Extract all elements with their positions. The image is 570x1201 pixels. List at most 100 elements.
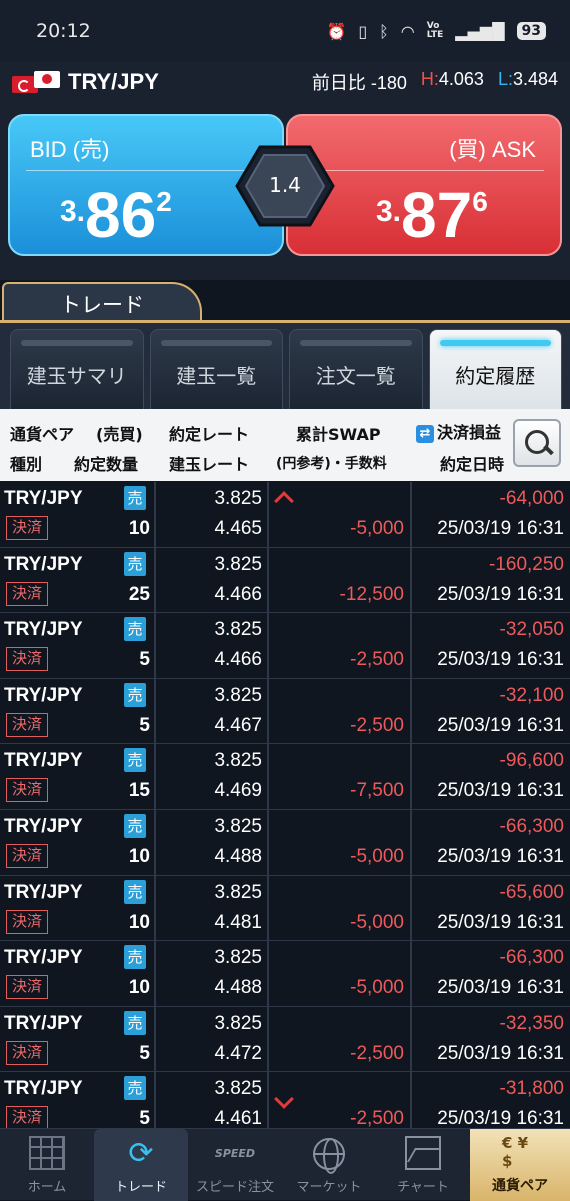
col-divider <box>410 941 412 1006</box>
row-kind-badge: 決済 <box>6 975 48 1000</box>
col-divider <box>410 678 412 744</box>
status-bar: 20:12 ⏰ ▯ ᛒ ◠ Vo LTE ▂▄▆█ 93 <box>0 0 570 62</box>
col-qty: 約定数量 <box>74 455 139 474</box>
col-side: (売買) <box>96 425 143 444</box>
tab-execution-history[interactable]: 約定履歴 <box>428 329 562 409</box>
nav-market[interactable]: マーケット <box>282 1129 376 1201</box>
row-open-rate: 4.466 <box>214 583 262 605</box>
row-date: 25/03/19 16:31 <box>437 1108 564 1128</box>
table-row[interactable]: TRY/JPY 売決済 10 3.825 4.465 -5,000 -64,000 25/03… <box>0 482 570 548</box>
nav-speed-order[interactable]: SPEED スピード注文 <box>188 1129 282 1201</box>
row-side-badge: 売 <box>124 486 146 510</box>
row-kind-badge: 決済 <box>6 778 48 803</box>
row-qty: 25 <box>128 583 150 605</box>
table-row[interactable]: TRY/JPY 売決済 10 3.825 4.488 -5,000 -66,300 25/03… <box>0 809 570 876</box>
currency-pair-icon: € ¥ $ <box>502 1134 529 1170</box>
row-qty: 15 <box>128 780 150 802</box>
col-open-rate: 建玉レート <box>169 455 250 474</box>
col-divider <box>410 482 412 547</box>
row-side-badge: 売 <box>124 813 146 838</box>
row-kind-badge: 決済 <box>6 516 48 540</box>
tab-position-list[interactable]: 建玉一覧 <box>149 329 283 409</box>
row-fee: -7,500 <box>350 780 404 802</box>
row-open-rate: 4.481 <box>214 911 262 933</box>
col-rate: 約定レート <box>169 425 250 444</box>
table-row[interactable]: TRY/JPY 売決済 5 3.825 4.472 -2,500 -32,350 25/03/… <box>0 1006 570 1073</box>
pair-flags <box>12 71 60 93</box>
row-open-rate: 4.465 <box>214 518 262 539</box>
col-kind: 種別 <box>10 455 43 474</box>
scroll-up-icon[interactable] <box>274 491 294 511</box>
nav-currency-pair[interactable]: € ¥ $ 通貨ペア <box>470 1129 570 1201</box>
row-rate: 3.825 <box>214 619 262 641</box>
col-divider <box>267 744 269 809</box>
row-side-badge: 売 <box>124 879 146 904</box>
row-pl: -32,350 <box>499 1012 564 1034</box>
row-kind-badge: 決済 <box>6 1040 48 1065</box>
row-side-badge: 売 <box>124 1010 146 1035</box>
row-open-rate: 4.488 <box>214 977 262 999</box>
japan-flag-icon <box>34 71 60 88</box>
row-rate: 3.825 <box>214 553 262 575</box>
col-pl[interactable]: ⇄ 決済損益 <box>416 419 501 443</box>
row-side-badge: 売 <box>124 945 146 970</box>
row-side-badge: 売 <box>124 551 146 576</box>
pair-stats: 前日比 -180 H:4.063 L:3.484 <box>312 69 558 95</box>
col-divider <box>154 809 156 875</box>
pair-title[interactable]: TRY/JPY <box>68 69 159 95</box>
table-row[interactable]: TRY/JPY 売決済 10 3.825 4.488 -5,000 -66,300 25/03… <box>0 941 570 1007</box>
pair-header: TRY/JPY 前日比 -180 H:4.063 L:3.484 <box>0 62 570 102</box>
trade-tab-row: トレード <box>0 280 570 324</box>
col-divider <box>410 1072 412 1128</box>
col-date: 約定日時 <box>440 455 505 474</box>
table-row[interactable]: TRY/JPY 売決済 25 3.825 4.466 -12,500 -160,250 25/… <box>0 547 570 614</box>
row-pair: TRY/JPY <box>4 1078 83 1100</box>
ask-divider <box>304 170 544 171</box>
toggle-arrows-icon: ⇄ <box>416 425 434 443</box>
row-pl: -64,000 <box>499 488 564 509</box>
row-date: 25/03/19 16:31 <box>437 780 564 802</box>
row-date: 25/03/19 16:31 <box>437 845 564 867</box>
row-qty: 5 <box>139 1042 150 1064</box>
bottom-nav: ホーム ⟳ トレード SPEED スピード注文 マーケット チャート € ¥ $… <box>0 1128 570 1201</box>
row-open-rate: 4.461 <box>214 1108 262 1128</box>
execution-list[interactable]: TRY/JPY 売決済 10 3.825 4.465 -5,000 -64,000 25/03… <box>0 482 570 1128</box>
speed-icon: SPEED <box>214 1146 256 1160</box>
col-divider <box>154 678 156 744</box>
col-divider <box>154 1072 156 1128</box>
row-date: 25/03/19 16:31 <box>437 649 564 671</box>
col-divider <box>410 875 412 941</box>
table-row[interactable]: TRY/JPY 売決済 15 3.825 4.469 -7,500 -96,600 25/03… <box>0 744 570 810</box>
row-kind-badge: 決済 <box>6 712 48 737</box>
col-divider <box>410 744 412 809</box>
nav-home[interactable]: ホーム <box>0 1129 94 1201</box>
nav-chart[interactable]: チャート <box>376 1129 470 1201</box>
ask-label: (買) ASK <box>449 137 536 162</box>
tab-trade[interactable]: トレード <box>2 282 202 324</box>
nav-trade[interactable]: ⟳ トレード <box>94 1129 188 1201</box>
table-row[interactable]: TRY/JPY 売決済 5 3.825 4.466 -2,500 -32,050 25/03/… <box>0 613 570 679</box>
table-row[interactable]: TRY/JPY 売決済 10 3.825 4.481 -5,000 -65,600 25/03… <box>0 875 570 942</box>
row-pl: -31,800 <box>499 1078 564 1100</box>
tab-position-summary[interactable]: 建玉サマリ <box>10 329 144 409</box>
row-pair: TRY/JPY <box>4 619 83 641</box>
bid-price: 3.862 <box>60 179 172 251</box>
search-button[interactable] <box>513 419 561 467</box>
row-pair: TRY/JPY <box>4 684 83 706</box>
tab-order-list[interactable]: 注文一覧 <box>289 329 423 409</box>
row-date: 25/03/19 16:31 <box>437 714 564 736</box>
col-divider <box>154 744 156 809</box>
col-divider <box>154 613 156 678</box>
row-fee: -2,500 <box>350 649 404 671</box>
col-swap: 累計SWAP <box>296 425 381 444</box>
chart-icon <box>405 1136 441 1170</box>
spread-value: 1.4 <box>269 173 301 197</box>
row-kind-badge: 決済 <box>6 647 48 672</box>
scroll-down-icon[interactable] <box>274 1089 294 1110</box>
table-row[interactable]: TRY/JPY 売決済 5 3.825 4.467 -2,500 -32,100 25/03/… <box>0 678 570 745</box>
table-row[interactable]: TRY/JPY 売決済 5 3.825 4.461 -2,500 -31,800 25/03/… <box>0 1072 570 1128</box>
battery-icon: 93 <box>516 22 546 40</box>
row-fee: -2,500 <box>350 1108 404 1128</box>
row-pl: -66,300 <box>499 947 564 969</box>
row-qty: 5 <box>139 1108 150 1128</box>
